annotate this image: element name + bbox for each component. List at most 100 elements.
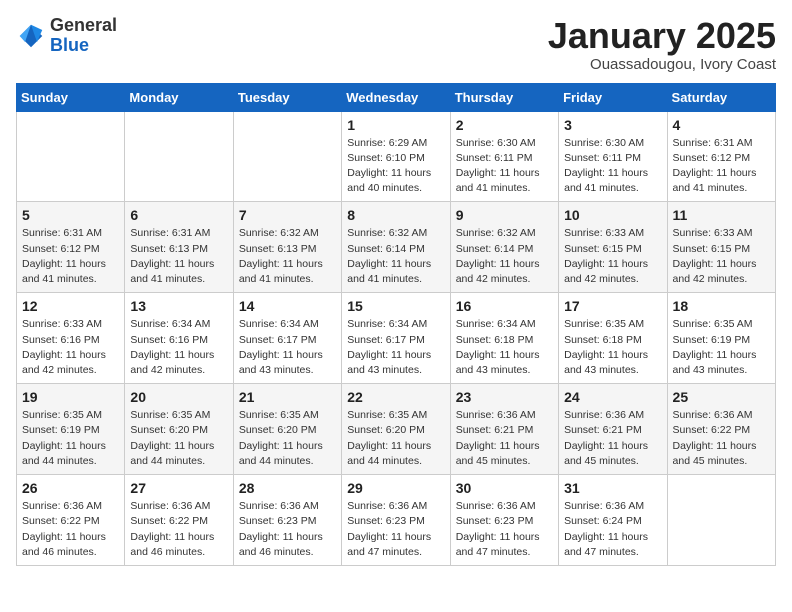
calendar-cell: 5 Sunrise: 6:31 AM Sunset: 6:12 PM Daylig… — [17, 202, 125, 293]
day-number: 20 — [130, 389, 227, 405]
day-info: Sunrise: 6:34 AM Sunset: 6:16 PM Dayligh… — [130, 317, 227, 378]
calendar-cell: 17Sunrise: 6:35 AM Sunset: 6:18 PM Dayli… — [559, 293, 667, 384]
calendar-week-row: 1 Sunrise: 6:29 AM Sunset: 6:10 PM Daylig… — [17, 111, 776, 202]
calendar-cell — [233, 111, 341, 202]
weekday-header: Wednesday — [342, 83, 450, 111]
day-info: Sunrise: 6:35 AM Sunset: 6:19 PM Dayligh… — [673, 317, 770, 378]
weekday-header: Tuesday — [233, 83, 341, 111]
day-number: 3 — [564, 117, 661, 133]
month-title: January 2025 — [548, 16, 776, 56]
calendar-cell: 27 Sunrise: 6:36 AM Sunset: 6:22 PM Dayli… — [125, 475, 233, 566]
day-number: 26 — [22, 480, 119, 496]
calendar-cell — [17, 111, 125, 202]
calendar-cell — [667, 475, 775, 566]
day-number: 25 — [673, 389, 770, 405]
day-number: 23 — [456, 389, 553, 405]
day-number: 1 — [347, 117, 444, 133]
page-header: General Blue January 2025 Ouassadougou, … — [16, 16, 776, 73]
day-number: 6 — [130, 207, 227, 223]
calendar-cell: 1 Sunrise: 6:29 AM Sunset: 6:10 PM Daylig… — [342, 111, 450, 202]
day-number: 11 — [673, 207, 770, 223]
calendar-cell: 12Sunrise: 6:33 AM Sunset: 6:16 PM Dayli… — [17, 293, 125, 384]
day-info: Sunrise: 6:34 AM Sunset: 6:18 PM Dayligh… — [456, 317, 553, 378]
calendar-cell: 26 Sunrise: 6:36 AM Sunset: 6:22 PM Dayli… — [17, 475, 125, 566]
day-info: Sunrise: 6:36 AM Sunset: 6:22 PM Dayligh… — [22, 499, 119, 560]
day-info: Sunrise: 6:36 AM Sunset: 6:21 PM Dayligh… — [564, 408, 661, 469]
day-number: 28 — [239, 480, 336, 496]
day-number: 18 — [673, 298, 770, 314]
calendar-cell: 8 Sunrise: 6:32 AM Sunset: 6:14 PM Daylig… — [342, 202, 450, 293]
day-info: Sunrise: 6:35 AM Sunset: 6:20 PM Dayligh… — [347, 408, 444, 469]
day-number: 13 — [130, 298, 227, 314]
calendar-table: SundayMondayTuesdayWednesdayThursdayFrid… — [16, 83, 776, 566]
day-info: Sunrise: 6:33 AM Sunset: 6:15 PM Dayligh… — [564, 226, 661, 287]
calendar-cell: 13 Sunrise: 6:34 AM Sunset: 6:16 PM Dayli… — [125, 293, 233, 384]
calendar-cell: 22 Sunrise: 6:35 AM Sunset: 6:20 PM Dayli… — [342, 384, 450, 475]
logo-icon — [16, 21, 46, 51]
day-info: Sunrise: 6:30 AM Sunset: 6:11 PM Dayligh… — [564, 136, 661, 197]
calendar-cell: 2Sunrise: 6:30 AM Sunset: 6:11 PM Daylig… — [450, 111, 558, 202]
day-number: 17 — [564, 298, 661, 314]
logo-general: General — [50, 15, 117, 35]
calendar-week-row: 12Sunrise: 6:33 AM Sunset: 6:16 PM Dayli… — [17, 293, 776, 384]
day-number: 22 — [347, 389, 444, 405]
day-number: 24 — [564, 389, 661, 405]
calendar-cell: 3 Sunrise: 6:30 AM Sunset: 6:11 PM Daylig… — [559, 111, 667, 202]
day-info: Sunrise: 6:32 AM Sunset: 6:14 PM Dayligh… — [456, 226, 553, 287]
location-subtitle: Ouassadougou, Ivory Coast — [548, 56, 776, 73]
calendar-cell: 15Sunrise: 6:34 AM Sunset: 6:17 PM Dayli… — [342, 293, 450, 384]
calendar-cell: 4Sunrise: 6:31 AM Sunset: 6:12 PM Daylig… — [667, 111, 775, 202]
calendar-cell: 25Sunrise: 6:36 AM Sunset: 6:22 PM Dayli… — [667, 384, 775, 475]
calendar-cell: 18 Sunrise: 6:35 AM Sunset: 6:19 PM Dayli… — [667, 293, 775, 384]
day-number: 21 — [239, 389, 336, 405]
day-info: Sunrise: 6:29 AM Sunset: 6:10 PM Dayligh… — [347, 136, 444, 197]
day-info: Sunrise: 6:35 AM Sunset: 6:19 PM Dayligh… — [22, 408, 119, 469]
calendar-cell: 21Sunrise: 6:35 AM Sunset: 6:20 PM Dayli… — [233, 384, 341, 475]
weekday-header: Thursday — [450, 83, 558, 111]
day-info: Sunrise: 6:31 AM Sunset: 6:13 PM Dayligh… — [130, 226, 227, 287]
day-info: Sunrise: 6:31 AM Sunset: 6:12 PM Dayligh… — [22, 226, 119, 287]
calendar-cell: 29Sunrise: 6:36 AM Sunset: 6:23 PM Dayli… — [342, 475, 450, 566]
calendar-cell: 6 Sunrise: 6:31 AM Sunset: 6:13 PM Daylig… — [125, 202, 233, 293]
calendar-cell: 30Sunrise: 6:36 AM Sunset: 6:23 PM Dayli… — [450, 475, 558, 566]
weekday-header-row: SundayMondayTuesdayWednesdayThursdayFrid… — [17, 83, 776, 111]
calendar-cell: 20 Sunrise: 6:35 AM Sunset: 6:20 PM Dayli… — [125, 384, 233, 475]
day-number: 7 — [239, 207, 336, 223]
day-info: Sunrise: 6:32 AM Sunset: 6:13 PM Dayligh… — [239, 226, 336, 287]
day-number: 19 — [22, 389, 119, 405]
day-number: 14 — [239, 298, 336, 314]
day-info: Sunrise: 6:35 AM Sunset: 6:20 PM Dayligh… — [130, 408, 227, 469]
day-info: Sunrise: 6:34 AM Sunset: 6:17 PM Dayligh… — [239, 317, 336, 378]
calendar-cell — [125, 111, 233, 202]
day-number: 4 — [673, 117, 770, 133]
day-number: 9 — [456, 207, 553, 223]
calendar-cell: 11 Sunrise: 6:33 AM Sunset: 6:15 PM Dayli… — [667, 202, 775, 293]
calendar-cell: 10Sunrise: 6:33 AM Sunset: 6:15 PM Dayli… — [559, 202, 667, 293]
calendar-week-row: 26 Sunrise: 6:36 AM Sunset: 6:22 PM Dayli… — [17, 475, 776, 566]
calendar-cell: 16 Sunrise: 6:34 AM Sunset: 6:18 PM Dayli… — [450, 293, 558, 384]
day-info: Sunrise: 6:30 AM Sunset: 6:11 PM Dayligh… — [456, 136, 553, 197]
day-number: 5 — [22, 207, 119, 223]
calendar-cell: 9 Sunrise: 6:32 AM Sunset: 6:14 PM Daylig… — [450, 202, 558, 293]
day-info: Sunrise: 6:33 AM Sunset: 6:16 PM Dayligh… — [22, 317, 119, 378]
calendar-cell: 7 Sunrise: 6:32 AM Sunset: 6:13 PM Daylig… — [233, 202, 341, 293]
day-number: 31 — [564, 480, 661, 496]
calendar-cell: 28Sunrise: 6:36 AM Sunset: 6:23 PM Dayli… — [233, 475, 341, 566]
day-number: 8 — [347, 207, 444, 223]
calendar-cell: 14 Sunrise: 6:34 AM Sunset: 6:17 PM Dayli… — [233, 293, 341, 384]
weekday-header: Sunday — [17, 83, 125, 111]
title-block: January 2025 Ouassadougou, Ivory Coast — [548, 16, 776, 73]
calendar-week-row: 5 Sunrise: 6:31 AM Sunset: 6:12 PM Daylig… — [17, 202, 776, 293]
day-info: Sunrise: 6:36 AM Sunset: 6:22 PM Dayligh… — [130, 499, 227, 560]
day-number: 27 — [130, 480, 227, 496]
day-info: Sunrise: 6:34 AM Sunset: 6:17 PM Dayligh… — [347, 317, 444, 378]
day-info: Sunrise: 6:33 AM Sunset: 6:15 PM Dayligh… — [673, 226, 770, 287]
calendar-cell: 24 Sunrise: 6:36 AM Sunset: 6:21 PM Dayli… — [559, 384, 667, 475]
day-number: 30 — [456, 480, 553, 496]
day-info: Sunrise: 6:32 AM Sunset: 6:14 PM Dayligh… — [347, 226, 444, 287]
weekday-header: Friday — [559, 83, 667, 111]
day-info: Sunrise: 6:36 AM Sunset: 6:21 PM Dayligh… — [456, 408, 553, 469]
day-number: 29 — [347, 480, 444, 496]
day-number: 16 — [456, 298, 553, 314]
logo-text: General Blue — [50, 16, 117, 56]
